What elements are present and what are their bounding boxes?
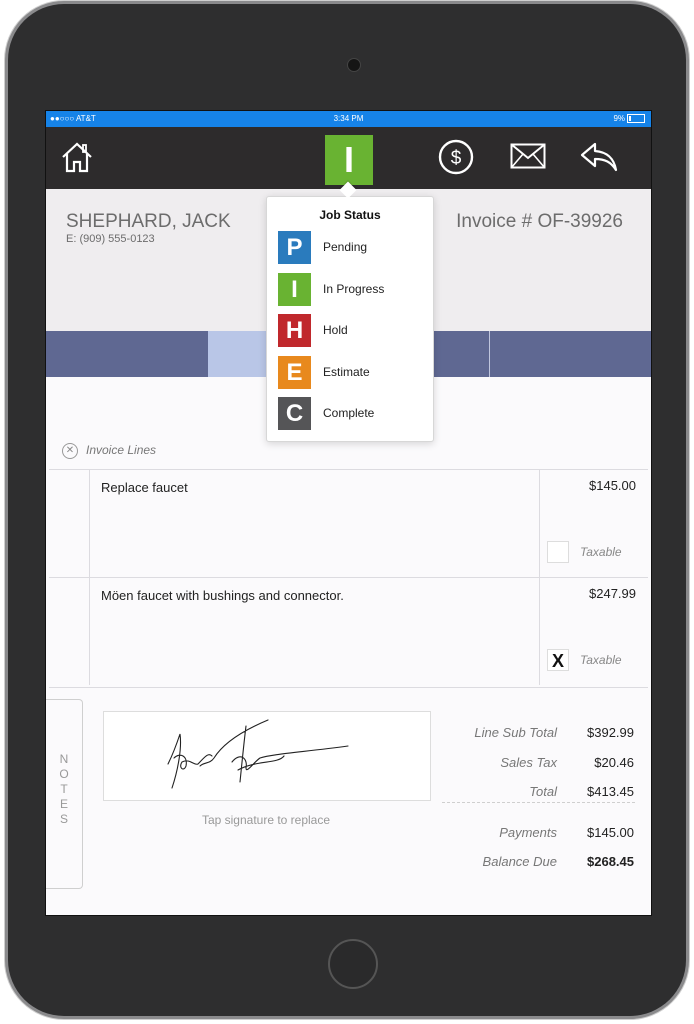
balance-due-value: $268.45 — [587, 854, 634, 869]
estimate-status-icon: E — [278, 356, 311, 389]
column-divider — [539, 470, 540, 577]
clock: 3:34 PM — [333, 114, 364, 123]
invoice-lines-header[interactable]: ✕ Invoice Lines — [62, 443, 156, 459]
customer-name: SHEPHARD, JACK — [66, 211, 231, 232]
job-status-button[interactable]: I — [325, 135, 373, 185]
battery-icon — [627, 114, 645, 124]
signature-caption: Tap signature to replace — [201, 813, 331, 827]
envelope-icon[interactable] — [510, 143, 546, 169]
line-handle-cell — [49, 578, 90, 685]
invoice-line-row[interactable]: Möen faucet with bushings and connector.… — [49, 577, 648, 685]
status-option-hold[interactable]: H Hold — [278, 314, 428, 348]
status-option-label: Estimate — [323, 365, 370, 379]
status-option-label: Hold — [323, 323, 348, 337]
in-progress-status-icon: I — [278, 273, 311, 306]
status-bar: ●●○○○ AT&T 3:34 PM 9% — [46, 111, 651, 127]
invoice-content: ✕ Invoice Lines Replace faucet $145.00 Ta… — [46, 377, 651, 915]
lines-footer-divider — [49, 687, 648, 688]
tab-divider — [489, 331, 490, 377]
signature-box[interactable] — [103, 711, 431, 801]
payments-label: Payments — [499, 825, 557, 840]
dollar-circle-icon[interactable]: $ — [438, 139, 474, 175]
totals-divider — [442, 802, 635, 803]
top-toolbar: I $ — [46, 127, 651, 189]
line-handle-cell — [49, 470, 90, 577]
status-option-complete[interactable]: C Complete — [278, 397, 428, 431]
status-option-in-progress[interactable]: I In Progress — [278, 273, 428, 307]
line-amount: $145.00 — [589, 478, 636, 493]
battery-indicator: 9% — [613, 114, 645, 124]
sales-tax-value: $20.46 — [594, 755, 634, 770]
taxable-checkbox[interactable]: X — [547, 649, 569, 671]
hold-status-icon: H — [278, 314, 311, 347]
status-option-estimate[interactable]: E Estimate — [278, 356, 428, 390]
taxable-label: Taxable — [580, 545, 622, 559]
payments-value[interactable]: $145.00 — [587, 825, 634, 840]
job-status-popover: Job Status P Pending I In Progress H Hol… — [266, 196, 434, 442]
home-icon[interactable] — [60, 141, 94, 173]
taxable-checkbox[interactable] — [547, 541, 569, 563]
status-option-label: In Progress — [323, 282, 385, 296]
status-option-pending[interactable]: P Pending — [278, 231, 428, 265]
balance-due-label: Balance Due — [482, 854, 557, 869]
app-screen: ●●○○○ AT&T 3:34 PM 9% I $ SHEPHARD, JACK… — [45, 110, 652, 916]
invoice-lines-title: Invoice Lines — [86, 443, 157, 458]
reply-arrow-icon[interactable] — [580, 141, 618, 173]
battery-percent: 9% — [613, 114, 625, 123]
front-camera — [347, 58, 361, 72]
svg-text:$: $ — [451, 148, 462, 169]
notes-tab[interactable]: NOTES — [46, 699, 83, 889]
line-description: Möen faucet with bushings and connector. — [101, 588, 344, 603]
taxable-label: Taxable — [580, 653, 622, 667]
status-option-label: Pending — [323, 240, 368, 254]
column-divider — [539, 578, 540, 685]
customer-phone[interactable]: E: (909) 555-0123 — [66, 233, 155, 245]
status-option-label: Complete — [323, 406, 375, 420]
invoice-line-row[interactable]: Replace faucet $145.00 Taxable — [49, 469, 648, 577]
close-circle-icon[interactable]: ✕ — [62, 443, 78, 459]
popover-title: Job Status — [319, 208, 381, 222]
line-sub-total-value: $392.99 — [587, 725, 634, 740]
total-label: Total — [529, 784, 557, 799]
sales-tax-label: Sales Tax — [500, 755, 557, 770]
device-home-button[interactable] — [328, 939, 378, 989]
total-value: $413.45 — [587, 784, 634, 799]
invoice-number: Invoice # OF-39926 — [456, 211, 623, 232]
notes-label: NOTES — [59, 752, 69, 826]
pending-status-icon: P — [278, 231, 311, 264]
line-sub-total-label: Line Sub Total — [474, 725, 557, 740]
line-description: Replace faucet — [101, 480, 188, 495]
signature-image — [167, 719, 349, 789]
complete-status-icon: C — [278, 397, 311, 430]
line-amount: $247.99 — [589, 586, 636, 601]
